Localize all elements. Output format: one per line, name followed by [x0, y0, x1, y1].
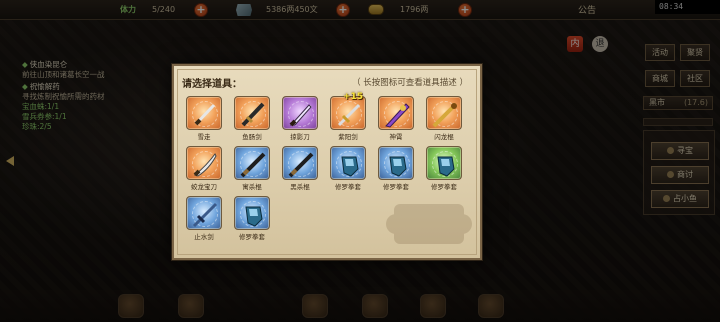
saber-icon: [193, 153, 217, 177]
item-name: 黑杀棍: [290, 183, 310, 191]
item-slot[interactable]: 修罗拳套: [234, 196, 270, 241]
item-name: 闪龙棍: [434, 133, 454, 141]
dialog-title: 请选择道具：: [182, 79, 242, 90]
item-slot[interactable]: 寓杀棍: [234, 146, 270, 191]
gauntlet-icon: [245, 206, 263, 227]
dark-staff-icon: [288, 152, 314, 178]
item-name: 神霄: [389, 133, 403, 141]
item-name: 寓杀棍: [242, 183, 262, 191]
gauntlet-icon: [341, 156, 359, 177]
item-name: 蛟龙宝刀: [191, 183, 217, 191]
item-slot[interactable]: 蛟龙宝刀: [186, 146, 222, 191]
item-slot[interactable]: +15 紫阳剑: [330, 92, 366, 141]
item-icon-frame: [186, 196, 222, 230]
item-icon-frame: [234, 196, 270, 230]
scroll-watermark-icon: [386, 204, 472, 244]
item-icon-frame: [282, 146, 318, 180]
item-slot[interactable]: 鱼肠剑: [234, 96, 270, 141]
item-icon-frame: [426, 146, 462, 180]
golden-staff-icon: [432, 102, 458, 128]
item-icon-frame: [186, 146, 222, 180]
dagger-icon: [194, 103, 216, 126]
item-name: 止水剑: [194, 233, 214, 241]
item-icon-frame: [234, 96, 270, 130]
item-icon-frame: [330, 146, 366, 180]
short-sword-icon: [241, 102, 265, 127]
dialog-hint: （ 长按图标可查看道具描述 ）: [352, 78, 468, 88]
blue-sword-icon: [192, 202, 218, 228]
item-icon-frame: [426, 96, 462, 130]
item-name: 修罗拳套: [431, 183, 457, 191]
item-icon-frame: [378, 96, 414, 130]
item-icon-frame: [186, 96, 222, 130]
item-slot[interactable]: 修罗拳套: [378, 146, 414, 191]
item-name: 雪走: [197, 133, 211, 141]
item-name: 修罗拳套: [335, 183, 361, 191]
gauntlet-icon: [389, 156, 407, 177]
item-slot[interactable]: 修罗拳套: [426, 146, 462, 191]
item-slot[interactable]: 神霄: [378, 96, 414, 141]
item-name: 修罗拳套: [239, 233, 265, 241]
item-slot[interactable]: 掠影刀: [282, 96, 318, 141]
item-icon-frame: [282, 96, 318, 130]
purple-sword-icon: [385, 103, 410, 128]
item-name: 修罗拳套: [383, 183, 409, 191]
item-name: 掠影刀: [290, 133, 310, 141]
item-slot[interactable]: 止水剑: [186, 196, 222, 241]
item-slot[interactable]: 修罗拳套: [330, 146, 366, 191]
item-icon-frame: [234, 146, 270, 180]
item-slot[interactable]: 闪龙棍: [426, 96, 462, 141]
enhance-level-badge: +15: [343, 92, 364, 102]
item-name: 紫阳剑: [338, 133, 358, 141]
item-icon-frame: [378, 146, 414, 180]
item-select-dialog: 请选择道具： （ 长按图标可查看道具描述 ） 雪走 鱼肠剑 掠影刀 +15 紫阳剑 神霄 闪…: [172, 64, 482, 260]
gauntlet-icon: [437, 156, 455, 177]
item-name: 鱼肠剑: [242, 133, 262, 141]
blade-icon: [289, 104, 312, 127]
dark-staff-icon: [240, 152, 266, 178]
item-slot[interactable]: 黑杀棍: [282, 146, 318, 191]
item-slot[interactable]: 雪走: [186, 96, 222, 141]
